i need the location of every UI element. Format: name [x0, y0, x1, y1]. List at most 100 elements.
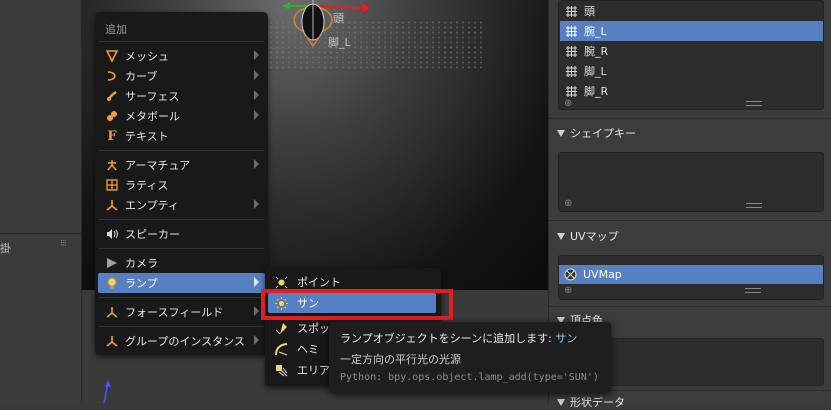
highlight-box [261, 289, 453, 320]
menu-item-camera[interactable]: カメラ [98, 253, 265, 273]
submenu-arrow-icon [254, 277, 259, 287]
panel-divider [549, 306, 831, 307]
list-item[interactable]: 腕_R [560, 41, 823, 61]
menu-item-label: サーフェス [125, 90, 180, 103]
submenu-arrow-icon [254, 110, 259, 120]
forcefield-icon [104, 304, 120, 320]
submenu-arrow-icon [254, 90, 259, 100]
menu-title: 追加 [105, 23, 127, 36]
menu-separator [99, 219, 264, 220]
menu-separator [99, 41, 264, 42]
tooltip-description: ランプオブジェクトをシーンに追加します: [340, 332, 552, 345]
menu-item-metaball[interactable]: メタボール [98, 106, 265, 126]
menu-item-label: ランプ [125, 277, 158, 290]
armature-icon [104, 157, 120, 173]
resize-grip-icon[interactable] [746, 203, 762, 208]
tooltip-detail: 一定方向の平行光の光源 [340, 353, 461, 366]
submenu-arrow-icon [254, 306, 259, 316]
submenu-item-label: ヘミ [297, 343, 319, 356]
menu-item-label: メタボール [125, 110, 180, 123]
submenu-arrow-icon [254, 199, 259, 209]
drag-grip-icon[interactable]: ⁝⁝⁝ [60, 239, 67, 249]
text-icon: F [107, 128, 117, 144]
list-item-label: 脚_R [584, 85, 609, 98]
menu-separator [99, 248, 264, 249]
tooltip-selected-type: サン [555, 332, 578, 345]
menu-item-lattice[interactable]: ラティス [98, 175, 265, 195]
menu-item-label: カーブ [125, 70, 158, 83]
list-item[interactable]: 脚_R [560, 81, 823, 101]
vertex-group-list: 頭 腕_L 腕_R 脚_L 脚_R ⊕ [558, 0, 824, 110]
plus-icon[interactable]: ⊕ [564, 198, 572, 209]
bone-label-head: 頭 [333, 12, 344, 25]
menu-item-text[interactable]: F テキスト [98, 126, 265, 146]
shape-key-list: ⊕ [558, 152, 824, 212]
view-axis-icon [103, 380, 111, 403]
menu-item-label: フォースフィールド [125, 306, 224, 319]
menu-separator [99, 297, 264, 298]
shape-keys-title: シェイプキー [570, 127, 636, 140]
menu-item-label: テキスト [125, 130, 169, 143]
uv-maps-title: UVマップ [570, 230, 619, 243]
menu-item-label: カメラ [125, 257, 158, 270]
uv-map-icon [564, 268, 577, 281]
list-item[interactable]: 脚_L [560, 61, 823, 81]
menu-separator [99, 326, 264, 327]
menu-item-label: エンプティ [125, 199, 180, 212]
left-panel: 掛 ⁝⁝⁝ [0, 0, 82, 403]
surface-icon [104, 88, 120, 104]
submenu-arrow-icon [254, 50, 259, 60]
resize-grip-icon[interactable] [745, 288, 761, 293]
panel-divider [549, 220, 831, 221]
menu-item-label: ラティス [125, 179, 169, 192]
menu-item-empty[interactable]: エンプティ [98, 195, 265, 215]
speaker-icon [104, 226, 120, 242]
expand-triangle-icon [557, 232, 565, 240]
vertex-group-icon [566, 25, 577, 37]
menu-item-armature[interactable]: アーマチュア [98, 155, 265, 175]
menu-item-mesh[interactable]: メッシュ [98, 46, 265, 66]
area-lamp-icon [273, 362, 289, 378]
submenu-arrow-icon [254, 70, 259, 80]
expand-triangle-icon [557, 398, 565, 406]
list-item[interactable]: UVMap [559, 265, 823, 284]
lamp-icon [104, 275, 120, 291]
tooltip: ランプオブジェクトをシーンに追加します: サン 一定方向の平行光の光源 Pyth… [329, 322, 611, 393]
menu-item-label: メッシュ [125, 50, 169, 63]
expand-triangle-icon [557, 129, 565, 137]
menu-separator [99, 150, 264, 151]
submenu-item-label: ポイント [297, 276, 341, 289]
menu-item-label: グループのインスタンス [125, 335, 245, 348]
geometry-data-title: 形状データ [570, 396, 625, 409]
menu-item-force-field[interactable]: フォースフィールド [98, 302, 265, 322]
vertex-group-icon [566, 45, 577, 57]
submenu-item-label: エリア [297, 364, 330, 377]
lattice-icon [104, 177, 120, 193]
uv-maps-header[interactable]: UVマップ [557, 228, 619, 244]
vertex-group-icon [566, 5, 577, 17]
metaball-icon [104, 108, 120, 124]
list-item-label: 腕_R [584, 45, 609, 58]
curve-icon [104, 68, 120, 84]
plus-icon[interactable]: ⊕ [564, 285, 572, 296]
group-instance-icon [104, 333, 120, 349]
menu-item-group-instance[interactable]: グループのインスタンス [98, 331, 265, 351]
geometry-data-header[interactable]: 形状データ [557, 394, 625, 410]
list-item-label: UVMap [583, 268, 622, 281]
menu-item-lamp[interactable]: ランプ [98, 273, 265, 293]
list-item-label: 脚_L [584, 65, 607, 78]
menu-item-label: スピーカー [125, 228, 180, 241]
plus-icon[interactable]: ⊕ [564, 98, 572, 109]
vertex-group-icon [566, 65, 577, 77]
resize-grip-icon[interactable] [746, 101, 762, 106]
list-item-label: 腕_L [584, 25, 607, 38]
left-panel-label: 掛 [0, 242, 11, 255]
menu-item-surface[interactable]: サーフェス [98, 86, 265, 106]
menu-item-curve[interactable]: カーブ [98, 66, 265, 86]
list-item[interactable]: 頭 [560, 1, 823, 21]
menu-item-speaker[interactable]: スピーカー [98, 224, 265, 244]
shape-keys-header[interactable]: シェイプキー [557, 125, 636, 141]
list-item-label: 頭 [584, 5, 595, 18]
panel-divider [549, 118, 831, 119]
list-item[interactable]: 腕_L [560, 21, 823, 41]
